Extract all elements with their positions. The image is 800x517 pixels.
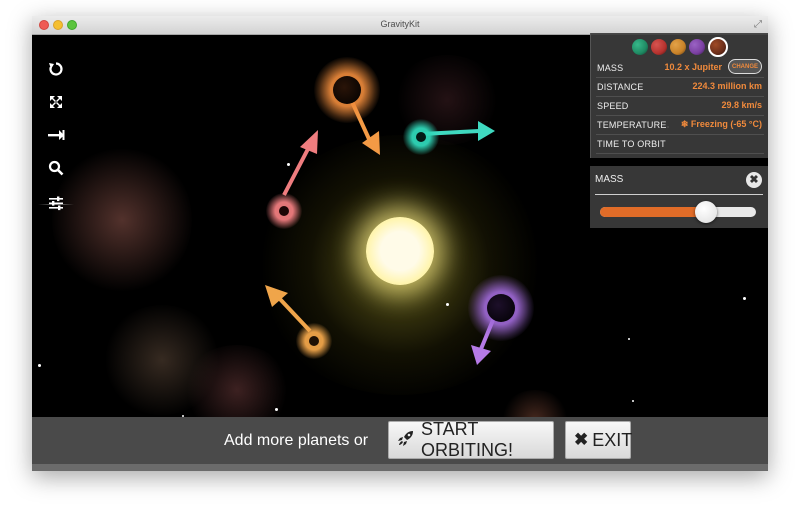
speed-label: SPEED (597, 101, 629, 111)
purple-planet[interactable] (468, 275, 534, 341)
planet-core (279, 206, 289, 216)
mass-adjust-panel: MASS ✖ (590, 166, 768, 228)
planet-info-panel: MASS 10.2 x Jupiter CHANGE DISTANCE 224.… (590, 33, 768, 158)
color-swatch-red[interactable] (651, 39, 667, 55)
temperature-row: TEMPERATURE ❄ Freezing (-65 °C) (596, 116, 764, 135)
mass-panel-title: MASS (595, 174, 624, 185)
arrow-right-icon[interactable] (44, 123, 68, 147)
pink-planet[interactable] (266, 193, 302, 229)
speed-value: 29.8 km/s (721, 100, 762, 110)
mass-slider-handle[interactable] (695, 201, 718, 223)
mass-label: MASS (597, 63, 624, 73)
add-planets-prompt: Add more planets or (224, 432, 369, 449)
color-swatch-brown-selected[interactable] (708, 37, 728, 57)
gold-planet[interactable] (296, 323, 332, 359)
search-icon[interactable] (44, 156, 68, 180)
gold-planet-velocity-arrow[interactable] (265, 285, 312, 333)
distance-label: DISTANCE (597, 82, 644, 92)
planet-core (333, 76, 361, 104)
start-orbiting-button[interactable]: START ORBITING! (388, 419, 554, 460)
close-icon[interactable]: ✖ (746, 172, 762, 188)
change-mass-button[interactable]: CHANGE (728, 59, 762, 74)
planet-core (487, 294, 515, 322)
exit-button[interactable]: ✖ EXIT (565, 421, 633, 459)
mass-row: MASS 10.2 x Jupiter CHANGE (596, 59, 764, 78)
temperature-value: ❄ Freezing (-65 °C) (680, 119, 762, 129)
mass-value: 10.2 x Jupiter (664, 62, 722, 72)
app-window: GravityKit ⤢ MASS 10.2 x Jupiter CHANGE … (32, 16, 768, 471)
distance-value: 224.3 million km (692, 81, 762, 91)
planet-core (416, 132, 426, 142)
time-to-orbit-row: TIME TO ORBIT (596, 135, 764, 154)
color-swatch-amber[interactable] (670, 39, 686, 55)
bottom-action-bar: Add more planets or START ORBITING! ✖ EX… (32, 417, 768, 464)
orange-planet[interactable] (314, 57, 380, 123)
settings-sliders-icon[interactable] (44, 191, 68, 215)
color-swatch-purple[interactable] (689, 39, 705, 55)
reset-icon[interactable] (44, 57, 68, 81)
distance-row: DISTANCE 224.3 million km (596, 78, 764, 97)
mass-slider[interactable] (600, 201, 756, 223)
window-title: GravityKit (380, 19, 420, 29)
start-orbiting-label: START ORBITING! (421, 419, 514, 460)
fullscreen-icon[interactable] (44, 90, 68, 114)
panel-divider (595, 194, 763, 195)
pink-planet-velocity-arrow[interactable] (282, 130, 318, 196)
window-footer (32, 464, 768, 471)
speed-row: SPEED 29.8 km/s (596, 97, 764, 116)
teal-planet[interactable] (403, 119, 439, 155)
time-to-orbit-label: TIME TO ORBIT (597, 139, 666, 149)
exit-label: EXIT (592, 429, 633, 450)
close-x-icon: ✖ (574, 430, 589, 449)
mass-slider-fill (600, 207, 707, 217)
color-swatch-green[interactable] (632, 39, 648, 55)
fullscreen-toggle-icon[interactable]: ⤢ (754, 19, 762, 30)
temperature-label: TEMPERATURE (597, 120, 667, 130)
planet-core (309, 336, 319, 346)
rocket-icon (397, 429, 415, 452)
